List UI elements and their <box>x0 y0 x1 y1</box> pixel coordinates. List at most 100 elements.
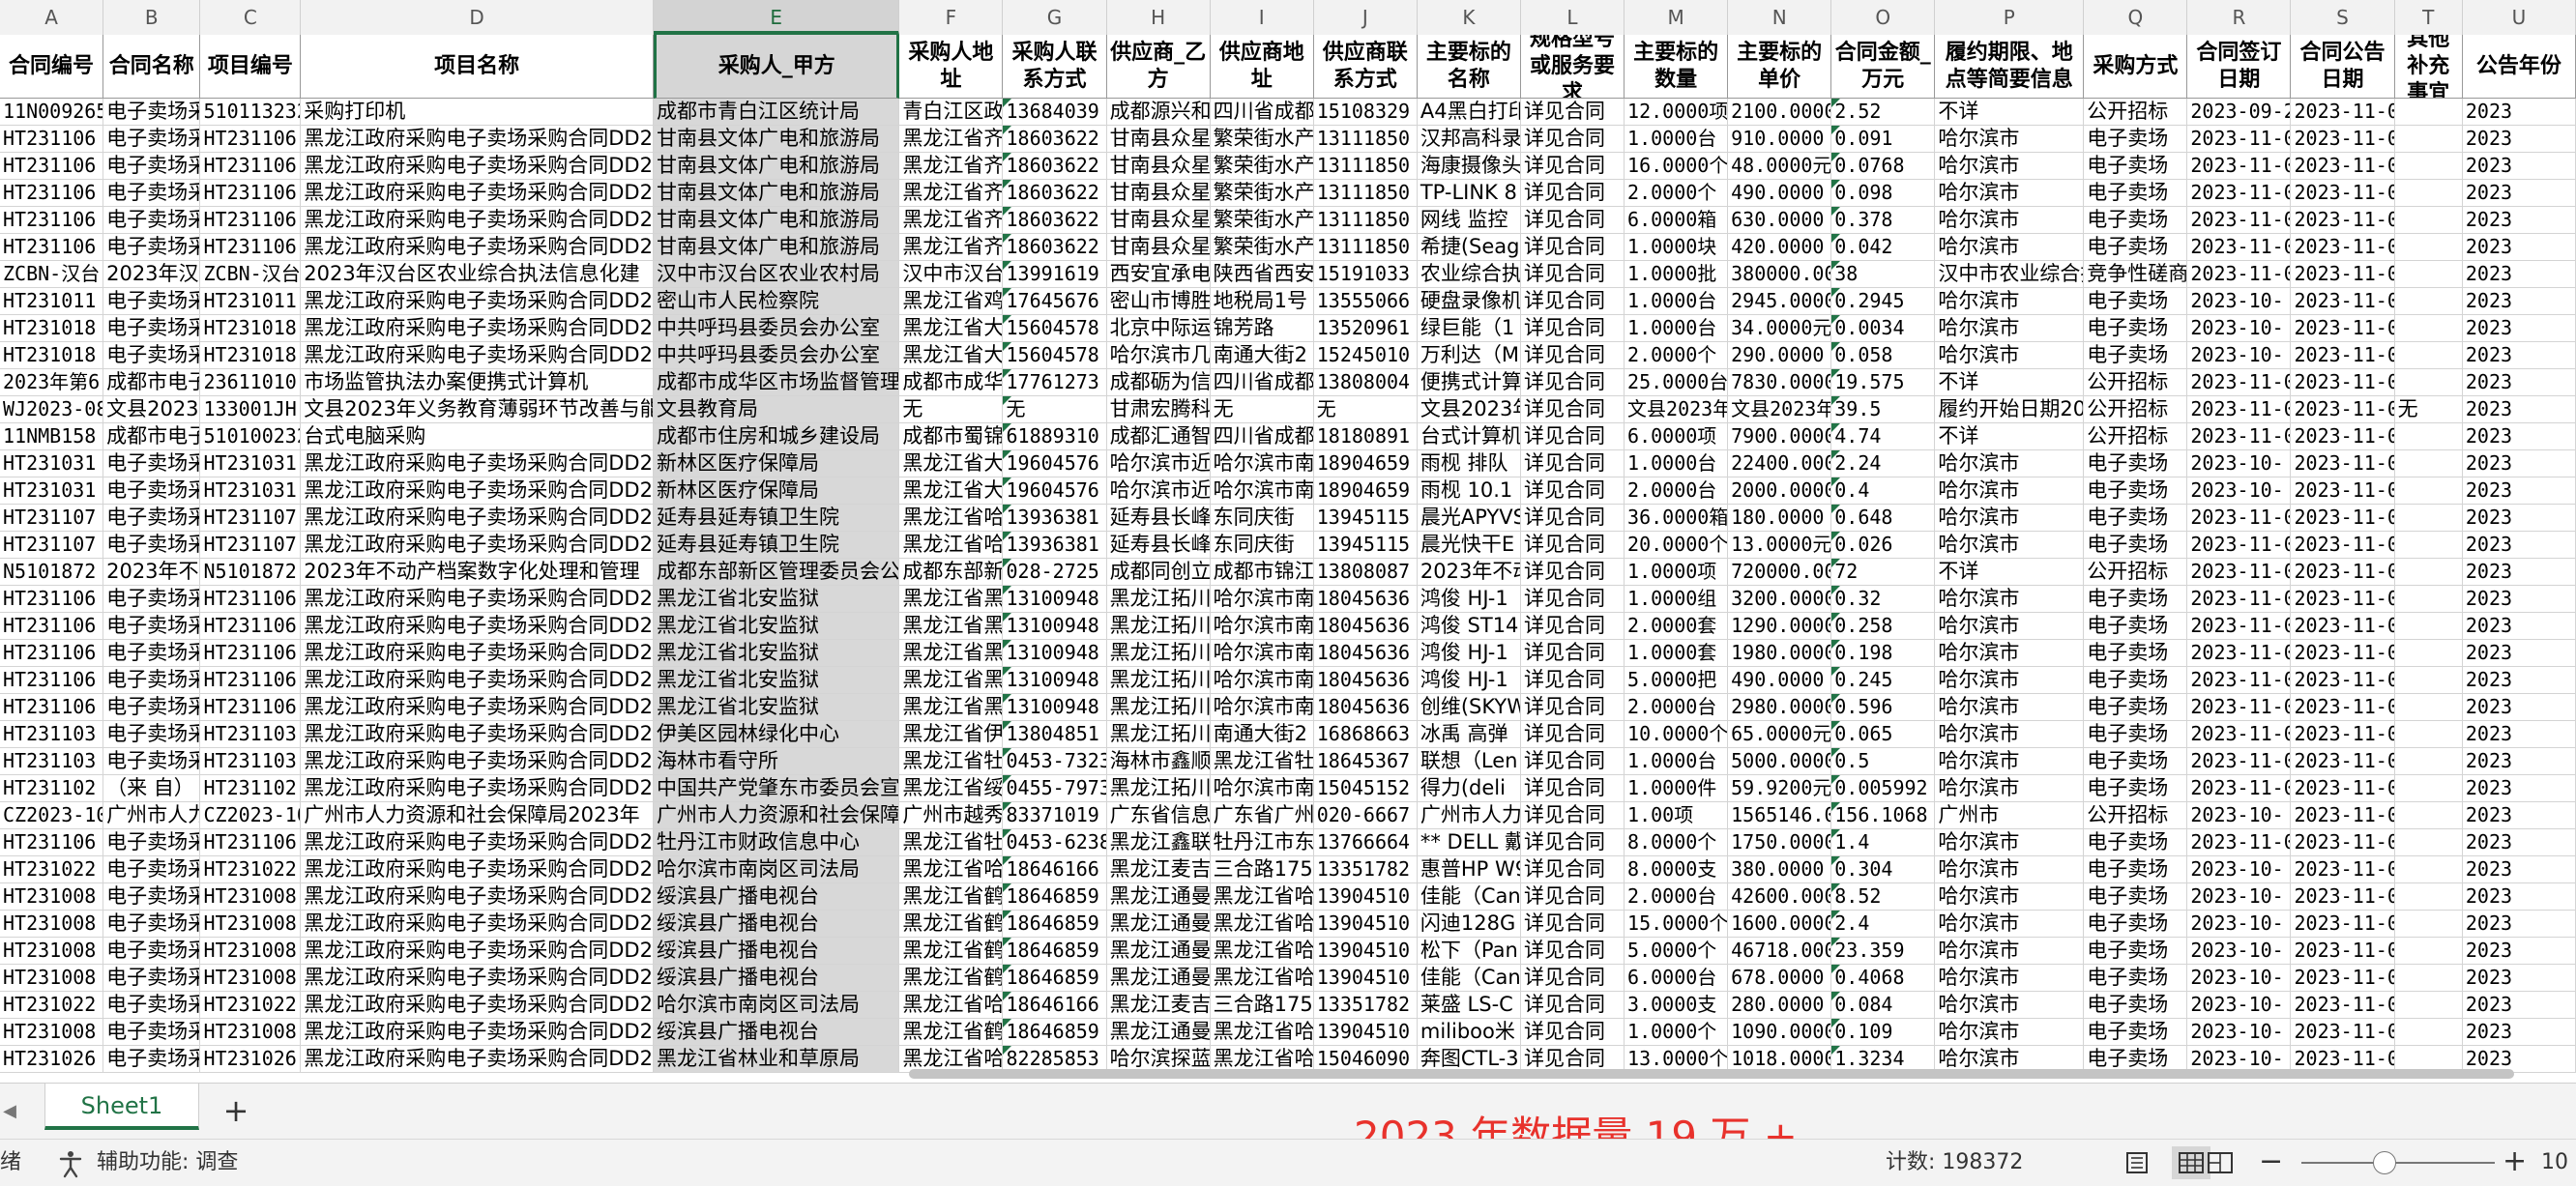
table-cell[interactable]: 中国共产党肇东市委员会宣 <box>654 775 900 802</box>
table-cell[interactable]: 1565146.00 <box>1728 802 1832 829</box>
table-cell[interactable]: 牡丹江市东 <box>1210 829 1314 856</box>
table-cell[interactable]: 详见合同 <box>1520 180 1625 207</box>
table-cell[interactable]: 0.258 <box>1831 613 1936 640</box>
table-cell[interactable]: 黑龙江政府采购电子卖场采购合同DD2 <box>301 505 655 532</box>
accessibility-icon[interactable] <box>56 1149 85 1178</box>
table-cell[interactable]: HT231031 <box>200 450 302 477</box>
column-header-e[interactable]: E <box>654 0 900 35</box>
table-cell[interactable]: 黑龙江政府采购电子卖场采购合同DD2 <box>301 911 655 938</box>
table-cell[interactable]: HT231011 <box>200 288 302 315</box>
table-cell[interactable]: 甘南县文体广电和旅游局 <box>654 234 900 261</box>
table-cell[interactable]: 15.0000个 <box>1625 911 1729 938</box>
table-cell[interactable]: 绿巨能（1 <box>1417 315 1521 342</box>
table-cell[interactable]: 2023-11-0 <box>2291 396 2395 423</box>
table-cell[interactable]: 13100948 <box>1003 694 1107 721</box>
table-cell[interactable]: 720000.00 <box>1728 559 1832 586</box>
table-cell[interactable] <box>2394 775 2463 802</box>
table-cell[interactable]: 0.005992 <box>1831 775 1936 802</box>
table-cell[interactable]: 成都市成华区市场监督管理 <box>654 369 900 396</box>
table-cell[interactable]: 1980.0000 <box>1728 640 1832 667</box>
table-cell[interactable]: HT231106 <box>200 694 302 721</box>
table-cell[interactable]: 详见合同 <box>1520 396 1625 423</box>
table-cell[interactable]: 23.359 <box>1831 938 1936 965</box>
table-cell[interactable]: 黑龙江通曼 <box>1106 883 1211 911</box>
table-cell[interactable]: 2.4 <box>1831 911 1936 938</box>
table-cell[interactable]: 黑龙江省绥 <box>899 775 1004 802</box>
table-cell[interactable]: 黑龙江政府采购电子卖场采购合同DD2 <box>301 234 655 261</box>
table-cell[interactable]: 黑龙江省大 <box>899 315 1004 342</box>
table-cell[interactable]: 黑龙江政府采购电子卖场采购合同DD2 <box>301 938 655 965</box>
table-cell[interactable]: 电子卖场采 <box>103 1046 201 1073</box>
table-cell[interactable]: 哈尔滨市 <box>1935 883 2085 911</box>
table-cell[interactable]: 黑龙江麦吉 <box>1106 856 1211 883</box>
table-cell[interactable]: 电子卖场 <box>2084 207 2188 234</box>
table-cell[interactable]: 黑龙江政府采购电子卖场采购合同DD2 <box>301 180 655 207</box>
column-header-p[interactable]: P <box>1935 0 2085 35</box>
table-cell[interactable]: 1.0000组 <box>1625 586 1729 613</box>
column-header-h[interactable]: H <box>1107 0 1211 35</box>
table-cell[interactable]: 文县2023年 <box>1625 396 1729 423</box>
table-cell[interactable]: 黑龙江省伊 <box>899 721 1004 748</box>
table-cell[interactable]: 0.084 <box>1831 992 1936 1019</box>
table-cell[interactable]: 2.0000台 <box>1625 477 1729 505</box>
table-cell[interactable]: HT231026 <box>200 1046 302 1073</box>
table-cell[interactable]: 020-6667 <box>1313 802 1418 829</box>
table-cell[interactable]: 13100948 <box>1003 586 1107 613</box>
table-cell[interactable]: 哈尔滨市 <box>1935 315 2085 342</box>
table-header-cell[interactable]: 公告年份 <box>2462 35 2576 99</box>
table-cell[interactable]: 哈尔滨市 <box>1935 1019 2085 1046</box>
table-cell[interactable]: 18603622 <box>1003 234 1107 261</box>
table-cell[interactable]: 甘南县众星 <box>1106 180 1211 207</box>
zoom-slider[interactable] <box>2301 1162 2495 1164</box>
table-cell[interactable]: 2023-10- <box>2187 450 2292 477</box>
table-cell[interactable]: HT231102 <box>0 775 104 802</box>
table-cell[interactable]: 哈尔滨市近 <box>1106 450 1211 477</box>
table-cell[interactable]: 2023-10- <box>2187 992 2292 1019</box>
table-cell[interactable]: 哈尔滨市 <box>1935 694 2085 721</box>
table-cell[interactable]: 65.0000元 <box>1728 721 1832 748</box>
column-header-a[interactable]: A <box>0 0 104 35</box>
table-header-cell[interactable]: 主要标的单价 <box>1728 35 1832 99</box>
table-cell[interactable]: miliboo米 <box>1417 1019 1521 1046</box>
table-cell[interactable]: 哈尔滨市 <box>1935 613 2085 640</box>
table-cell[interactable]: 0.0768 <box>1831 153 1936 180</box>
table-cell[interactable]: 电子卖场采 <box>103 288 201 315</box>
table-cell[interactable]: HT231011 <box>0 288 104 315</box>
table-cell[interactable]: 电子卖场 <box>2084 234 2188 261</box>
table-cell[interactable]: 黑龙江省北安监狱 <box>654 694 900 721</box>
table-cell[interactable]: HT231106 <box>200 207 302 234</box>
table-header-cell[interactable]: 供应商地址 <box>1210 35 1314 99</box>
table-cell[interactable]: 雨枧 10.1 <box>1417 477 1521 505</box>
table-cell[interactable]: HT231106 <box>200 180 302 207</box>
table-cell[interactable]: 2023-11-07 <box>2291 586 2395 613</box>
table-cell[interactable]: 2023-11-07 <box>2291 1019 2395 1046</box>
table-cell[interactable]: 绥滨县广播电视台 <box>654 965 900 992</box>
table-cell[interactable]: 详见合同 <box>1520 694 1625 721</box>
table-cell[interactable]: CZ2023-10 <box>0 802 104 829</box>
table-cell[interactable]: 台式电脑采购 <box>301 423 655 450</box>
table-cell[interactable]: 黑龙江政府采购电子卖场采购合同DD2 <box>301 586 655 613</box>
table-cell[interactable]: 黑龙江政府采购电子卖场采购合同DD2 <box>301 1019 655 1046</box>
table-cell[interactable]: 1290.0000 <box>1728 613 1832 640</box>
table-cell[interactable]: 黑龙江政府采购电子卖场采购合同DD2 <box>301 775 655 802</box>
table-cell[interactable]: 哈尔滨市 <box>1935 450 2085 477</box>
table-cell[interactable]: 详见合同 <box>1520 911 1625 938</box>
table-cell[interactable]: 19604576 <box>1003 450 1107 477</box>
table-cell[interactable]: 18180891 <box>1313 423 1418 450</box>
table-cell[interactable]: 电子卖场采 <box>103 640 201 667</box>
table-cell[interactable]: 16.0000个 <box>1625 153 1729 180</box>
grid-body[interactable]: 合同编号 合同名称 项目编号 项目名称 采购人_甲方 采购人地址 采购人联系方式 供应商_乙方… <box>0 35 2576 1083</box>
table-cell[interactable]: 详见合同 <box>1520 883 1625 911</box>
table-cell[interactable]: 电子卖场 <box>2084 775 2188 802</box>
table-cell[interactable]: 黑龙江政府采购电子卖场采购合同DD2 <box>301 288 655 315</box>
table-cell[interactable]: HT231106 <box>0 126 104 153</box>
table-cell[interactable]: 详见合同 <box>1520 559 1625 586</box>
table-cell[interactable]: 2023-11-07 <box>2291 748 2395 775</box>
table-cell[interactable]: 18646859 <box>1003 938 1107 965</box>
table-cell[interactable]: 0.378 <box>1831 207 1936 234</box>
table-cell[interactable] <box>2394 613 2463 640</box>
table-cell[interactable]: 2023 <box>2462 992 2576 1019</box>
table-cell[interactable]: 希捷(Seag <box>1417 234 1521 261</box>
table-cell[interactable]: 2023 <box>2462 775 2576 802</box>
table-cell[interactable]: 无 <box>1210 396 1314 423</box>
